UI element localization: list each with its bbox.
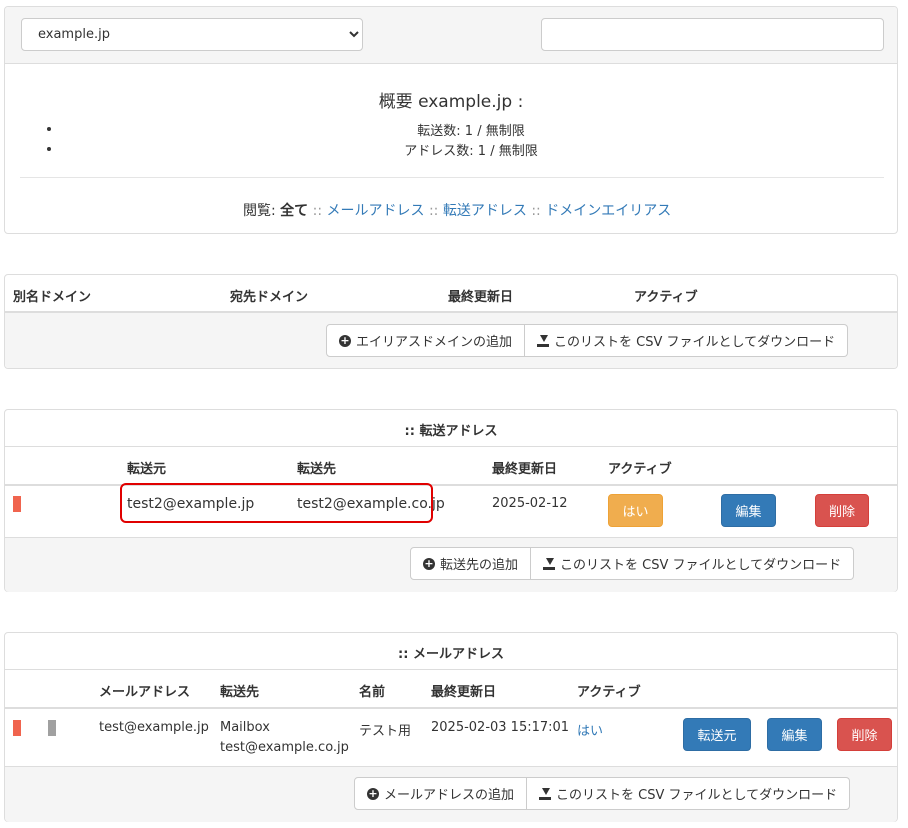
forwarding-button-group: + 転送先の追加 このリストを CSV ファイルとしてダウンロード: [410, 547, 855, 580]
col-last-updated: 最終更新日: [431, 685, 497, 700]
delete-button[interactable]: 削除: [815, 494, 869, 527]
separator: ::: [428, 203, 439, 219]
link-mail-addresses[interactable]: メールアドレス: [327, 203, 425, 219]
download-icon: [543, 557, 556, 570]
forward-mailbox: Mailbox: [220, 720, 270, 735]
forward-count: 転送数: 1 / 無制限: [417, 124, 525, 139]
plus-circle-icon: +: [367, 786, 379, 800]
browse-all: 全て: [280, 203, 309, 219]
title-divider: [5, 669, 897, 670]
title-divider: [5, 446, 897, 447]
mailbox-panel: :: メールアドレス メールアドレス 転送先 名前 最終更新日 アクティブ te…: [4, 632, 898, 822]
csv-download-button[interactable]: このリストを CSV ファイルとしてダウンロード: [531, 547, 855, 580]
col-active: アクティブ: [634, 290, 698, 305]
col-mail-address: メールアドレス: [99, 685, 191, 700]
download-icon: [539, 787, 552, 800]
display-name: テスト用: [359, 724, 412, 739]
csv-download-label: このリストを CSV ファイルとしてダウンロード: [560, 558, 842, 573]
edit-button[interactable]: 編集: [767, 718, 822, 751]
add-forward-button[interactable]: + 転送先の追加: [410, 547, 532, 580]
csv-download-button[interactable]: このリストを CSV ファイルとしてダウンロード: [527, 777, 851, 810]
status-marker-icon: [48, 720, 56, 736]
alias-button-group: + エイリアスドメインの追加 このリストを CSV ファイルとしてダウンロード: [326, 324, 849, 357]
edit-button[interactable]: 編集: [721, 494, 776, 527]
csv-download-label: このリストを CSV ファイルとしてダウンロード: [556, 788, 838, 803]
col-target-domain: 宛先ドメイン: [230, 290, 309, 305]
address-count: アドレス数: 1 / 無制限: [404, 144, 538, 159]
link-forward-addresses[interactable]: 転送アドレス: [443, 203, 527, 219]
overview-title: 概要 example.jp :: [378, 92, 524, 112]
domain-select[interactable]: example.jp: [21, 18, 363, 51]
col-from: 転送元: [127, 462, 167, 477]
browse-nav: 閲覧: 全て :: メールアドレス :: 転送アドレス :: ドメインエイリアス: [243, 200, 671, 220]
csv-download-button[interactable]: このリストを CSV ファイルとしてダウンロード: [525, 324, 849, 357]
forwarding-title: :: 転送アドレス: [404, 424, 498, 439]
col-to: 転送先: [297, 462, 337, 477]
last-updated: 2025-02-12: [492, 496, 568, 511]
csv-download-label: このリストを CSV ファイルとしてダウンロード: [554, 335, 836, 350]
col-active: アクティブ: [608, 462, 672, 477]
header-divider: [5, 707, 897, 709]
col-alias-domain: 別名ドメイン: [13, 290, 92, 305]
add-forward-label: 転送先の追加: [440, 558, 519, 573]
add-mailbox-label: メールアドレスの追加: [384, 788, 515, 803]
add-alias-domain-button[interactable]: + エイリアスドメインの追加: [326, 324, 526, 357]
status-marker-icon: [13, 496, 21, 512]
forward-source-button[interactable]: 転送元: [683, 718, 751, 751]
top-bar: example.jp: [5, 7, 897, 64]
col-last-updated: 最終更新日: [492, 462, 558, 477]
separator: ::: [531, 203, 541, 219]
add-alias-domain-label: エイリアスドメインの追加: [356, 335, 513, 350]
active-link[interactable]: はい: [577, 720, 603, 739]
col-forward-to: 転送先: [220, 685, 260, 700]
download-icon: [537, 334, 550, 347]
add-mailbox-button[interactable]: + メールアドレスの追加: [354, 777, 528, 810]
highlight-box: [120, 483, 433, 523]
last-updated: 2025-02-03 15:17:01: [431, 720, 570, 735]
mailbox-button-group: + メールアドレスの追加 このリストを CSV ファイルとしてダウンロード: [354, 777, 851, 810]
forwarding-panel: :: 転送アドレス 転送元 転送先 最終更新日 アクティブ test2@exam…: [4, 409, 898, 592]
mailbox-title: :: メールアドレス: [398, 647, 504, 662]
plus-circle-icon: +: [339, 333, 351, 347]
col-name: 名前: [359, 685, 386, 700]
alias-domain-panel: 別名ドメイン 宛先ドメイン 最終更新日 アクティブ + エイリアスドメインの追加…: [4, 274, 898, 369]
separator: ::: [312, 203, 323, 219]
col-last-updated: 最終更新日: [448, 290, 514, 305]
browse-label: 閲覧:: [243, 203, 276, 219]
status-marker-icon: [13, 720, 21, 736]
search-input[interactable]: [541, 18, 884, 51]
mail-address[interactable]: test@example.jp: [99, 720, 209, 735]
forward-target: test@example.co.jp: [220, 740, 349, 755]
overview-panel: example.jp 概要 example.jp : 転送数: 1 / 無制限 …: [4, 6, 898, 234]
plus-circle-icon: +: [423, 556, 435, 570]
active-toggle-button[interactable]: はい: [608, 494, 663, 527]
delete-button[interactable]: 削除: [837, 718, 892, 751]
col-active: アクティブ: [577, 685, 641, 700]
link-domain-aliases[interactable]: ドメインエイリアス: [545, 203, 671, 219]
divider: [20, 177, 884, 178]
